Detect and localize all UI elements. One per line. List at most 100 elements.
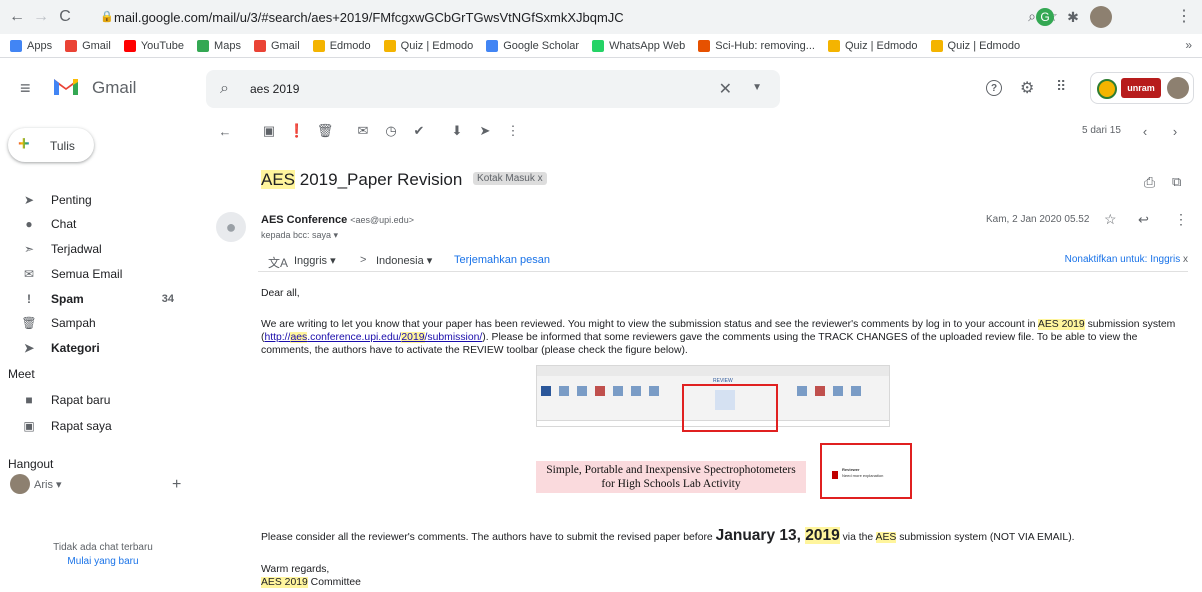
closing: Warm regards, — [261, 564, 330, 575]
reload-icon[interactable]: C — [54, 6, 76, 28]
sidebar-item-label: Penting — [51, 193, 92, 207]
sidebar-item-semua-email[interactable]: ✉ Semua Email — [0, 262, 196, 286]
browser-menu-icon[interactable]: ⋮ — [1176, 6, 1192, 26]
archive-icon[interactable]: ▣ — [262, 123, 276, 138]
schedule-send-icon: ➣ — [23, 242, 35, 256]
meet-my-meetings[interactable]: ▣ Rapat saya — [0, 414, 196, 438]
translate-arrow: > — [360, 254, 367, 266]
search-options-icon[interactable]: ▼ — [752, 82, 762, 93]
profile-avatar[interactable] — [1090, 6, 1112, 28]
search-icon[interactable]: ⌕ — [220, 80, 229, 98]
video-camera-icon: ■ — [25, 393, 33, 407]
report-spam-icon[interactable]: ❗ — [289, 123, 305, 138]
recipients-toggle[interactable]: kepada bcc: saya ▾ — [261, 230, 338, 241]
move-to-icon[interactable]: ⬇ — [450, 123, 464, 138]
message-more-icon[interactable]: ⋮ — [1174, 211, 1188, 228]
inbox-label-chip[interactable]: Kotak Masuk x — [473, 172, 547, 186]
bookmark-item[interactable]: YouTube — [123, 39, 184, 52]
add-task-icon[interactable]: ✔ — [412, 123, 426, 138]
snooze-icon[interactable]: ◷ — [384, 123, 398, 138]
back-to-list-icon[interactable]: ← — [218, 124, 232, 139]
bookmark-item[interactable]: Maps — [197, 39, 241, 52]
sidebar-item-spam[interactable]: ! Spam 34 — [0, 287, 196, 311]
gmail-logo-icon[interactable] — [52, 75, 80, 97]
apps-grid-icon[interactable]: ⠿ — [1056, 78, 1066, 95]
forward-arrow-icon[interactable]: → — [30, 6, 52, 28]
settings-gear-icon[interactable]: ⚙ — [1020, 78, 1034, 98]
meet-title: Meet — [8, 367, 35, 381]
category-icon: ➤ — [23, 341, 35, 355]
chat-icon: ● — [25, 217, 33, 231]
sidebar-item-label: Semua Email — [51, 267, 123, 281]
source-language-dropdown[interactable]: Inggris ▾ — [294, 254, 336, 267]
sidebar-item-penting[interactable]: ➤ Penting — [0, 188, 196, 212]
add-hangout-icon[interactable]: + — [172, 476, 181, 494]
open-new-window-icon[interactable]: ⧉ — [1172, 174, 1181, 190]
disable-translate-link[interactable]: Nonaktifkan untuk: Inggris x — [1065, 254, 1188, 265]
sidebar-item-kategori[interactable]: ➤ Kategori — [0, 336, 196, 360]
bookmark-label: Gmail — [270, 39, 300, 52]
bookmark-item[interactable]: Apps — [10, 39, 52, 52]
unram-mail-logo: unram — [1121, 78, 1161, 98]
help-icon[interactable]: ? — [986, 80, 1002, 96]
sender-avatar: ● — [216, 212, 246, 242]
ribbon-buttons-right — [797, 386, 883, 406]
translate-message-link[interactable]: Terjemahkan pesan — [454, 254, 550, 266]
bookmark-label: Gmail — [82, 39, 111, 52]
star-message-icon[interactable]: ☆ — [1104, 211, 1117, 228]
search-input[interactable]: aes 2019 — [250, 82, 299, 96]
hangout-user[interactable]: Aris ▾ — [34, 478, 62, 491]
bookmark-item[interactable]: Edmodo — [312, 39, 371, 52]
newer-icon[interactable]: ‹ — [1138, 124, 1152, 139]
clear-search-icon[interactable]: ✕ — [719, 79, 732, 99]
meet-new-meeting[interactable]: ■ Rapat baru — [0, 388, 196, 412]
older-icon[interactable]: › — [1168, 124, 1182, 139]
bookmark-item[interactable]: Google Scholar — [486, 39, 579, 52]
back-arrow-icon[interactable]: ← — [6, 6, 28, 28]
compose-button[interactable]: + Tulis — [8, 128, 94, 162]
hangout-title: Hangout — [8, 457, 54, 471]
puzzle-icon[interactable]: ✱ — [1064, 8, 1082, 26]
sidebar-item-chat[interactable]: ● Chat — [0, 212, 196, 236]
submission-link[interactable]: http://aes.conference.upi.edu/2019/submi… — [264, 332, 482, 343]
bookmark-item[interactable]: Gmail — [65, 39, 111, 52]
email-date: Kam, 2 Jan 2020 05.52 — [986, 214, 1090, 225]
bookmark-item[interactable]: Gmail — [253, 39, 300, 52]
comment-marker-icon — [832, 471, 838, 479]
account-avatar — [1167, 77, 1189, 99]
address-bar[interactable]: 🔒 mail.google.com/mail/u/3/#search/aes+2… — [92, 4, 1192, 30]
reply-icon[interactable]: ↩ — [1138, 212, 1149, 228]
search-bar[interactable]: ⌕ aes 2019 ✕ ▼ — [206, 70, 780, 108]
main-menu-icon[interactable]: ≡ — [20, 78, 31, 99]
bookmark-label: Quiz | Edmodo — [947, 39, 1021, 52]
remove-label-icon[interactable]: x — [538, 173, 543, 184]
sidebar-item-sampah[interactable]: 🗑 Sampah — [0, 311, 196, 335]
sidebar-item-terjadwal[interactable]: ➣ Terjadwal — [0, 237, 196, 261]
mark-unread-icon[interactable]: ✉ — [356, 123, 370, 138]
print-icon[interactable]: ⎙ — [1144, 174, 1155, 191]
extension-icon[interactable]: G — [1036, 8, 1054, 26]
delete-icon[interactable]: 🗑 — [317, 123, 334, 138]
start-new-chat-link[interactable]: Mulai yang baru — [0, 556, 206, 567]
more-options-icon[interactable]: ⋮ — [506, 123, 520, 138]
label-icon[interactable]: ➤ — [478, 123, 492, 138]
browser-toolbar: ← → C 🔒 mail.google.com/mail/u/3/#search… — [0, 0, 1202, 34]
bookmark-item[interactable]: Quiz | Edmodo — [930, 39, 1021, 52]
sidebar-item-label: Sampah — [51, 316, 96, 330]
account-badge[interactable]: unram — [1090, 72, 1194, 104]
target-language-dropdown[interactable]: Indonesia ▾ — [376, 254, 432, 267]
bookmark-item[interactable]: Quiz | Edmodo — [827, 39, 918, 52]
bookmark-item[interactable]: Quiz | Edmodo — [383, 39, 473, 52]
url-text: mail.google.com/mail/u/3/#search/aes+201… — [114, 9, 624, 25]
bookmarks-bar: Apps Gmail YouTube Maps Gmail Edmodo Quiz | Ed… — [0, 34, 1202, 58]
bookmark-item[interactable]: Sci-Hub: removing... — [698, 39, 815, 52]
zoom-icon[interactable]: ⌕ — [1028, 8, 1036, 25]
bookmark-item[interactable]: WhatsApp Web — [592, 39, 685, 52]
bookmark-favicon-icon — [197, 39, 210, 52]
bookmarks-more-icon[interactable]: » — [1185, 38, 1192, 52]
sender-email: <aes@upi.edu> — [350, 215, 414, 225]
paper-title-highlight: Simple, Portable and Inexpensive Spectro… — [536, 461, 806, 493]
gmail-logo-text: Gmail — [92, 78, 137, 97]
lock-icon: 🔒 — [100, 11, 114, 23]
spam-icon: ! — [27, 292, 31, 306]
